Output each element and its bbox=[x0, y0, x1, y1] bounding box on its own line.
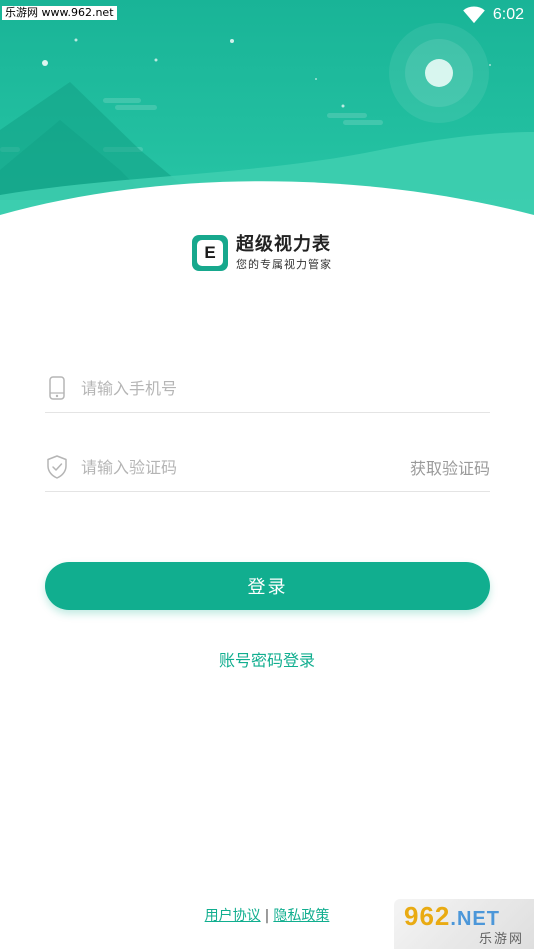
status-bar: 6:02 bbox=[463, 4, 524, 26]
wifi-icon bbox=[463, 6, 485, 24]
user-agreement-link[interactable]: 用户协议 bbox=[205, 908, 261, 924]
header-illustration bbox=[0, 23, 534, 230]
shield-check-icon bbox=[47, 455, 67, 479]
watermark-badge-main: 962 bbox=[404, 901, 451, 931]
watermark-badge-net: .NET bbox=[450, 908, 500, 930]
privacy-policy-link[interactable]: 隐私政策 bbox=[273, 908, 329, 924]
brand: E 超级视力表 您的专属视力管家 bbox=[192, 234, 332, 272]
app-logo-letter: E bbox=[197, 240, 223, 266]
app-logo: E bbox=[192, 235, 228, 271]
get-code-button[interactable]: 获取验证码 bbox=[410, 455, 490, 479]
code-field: 获取验证码 bbox=[45, 443, 490, 492]
watermark-badge-sub: 乐游网 bbox=[478, 932, 524, 947]
code-input[interactable] bbox=[81, 457, 410, 477]
password-login-link[interactable]: 账号密码登录 bbox=[0, 647, 534, 671]
header-banner bbox=[0, 0, 534, 230]
site-watermark: 乐游网 www.962.net bbox=[2, 6, 117, 20]
app-title: 超级视力表 bbox=[236, 234, 331, 255]
app-subtitle: 您的专属视力管家 bbox=[236, 258, 332, 271]
phone-icon bbox=[47, 376, 67, 400]
status-time: 6:02 bbox=[492, 6, 524, 23]
phone-field bbox=[45, 364, 490, 413]
watermark-badge: 962.NET 乐游网 bbox=[394, 899, 534, 949]
phone-input[interactable] bbox=[81, 378, 490, 398]
footer-separator: | bbox=[264, 908, 270, 924]
login-button[interactable]: 登录 bbox=[45, 562, 490, 610]
